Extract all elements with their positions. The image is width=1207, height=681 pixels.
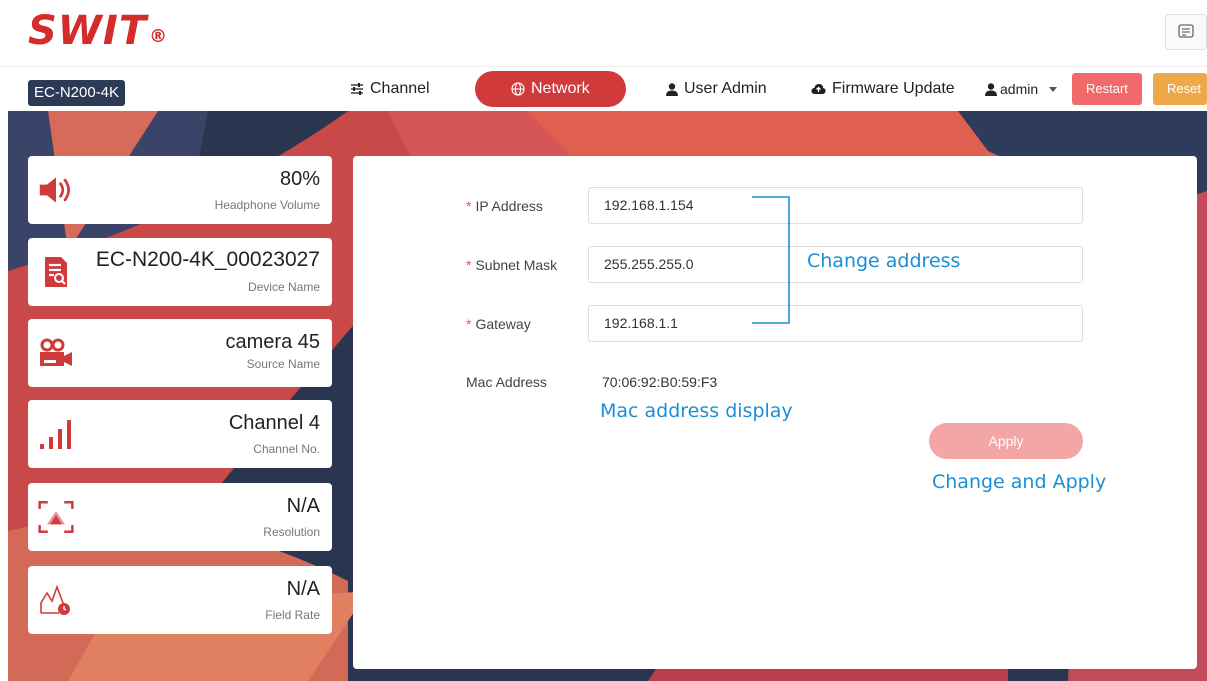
annotation-bracket bbox=[752, 196, 790, 324]
change-and-apply-annotation: Change and Apply bbox=[932, 471, 1107, 493]
change-address-annotation: Change address bbox=[807, 250, 961, 272]
mac-address-display-annotation: Mac address display bbox=[600, 400, 793, 422]
